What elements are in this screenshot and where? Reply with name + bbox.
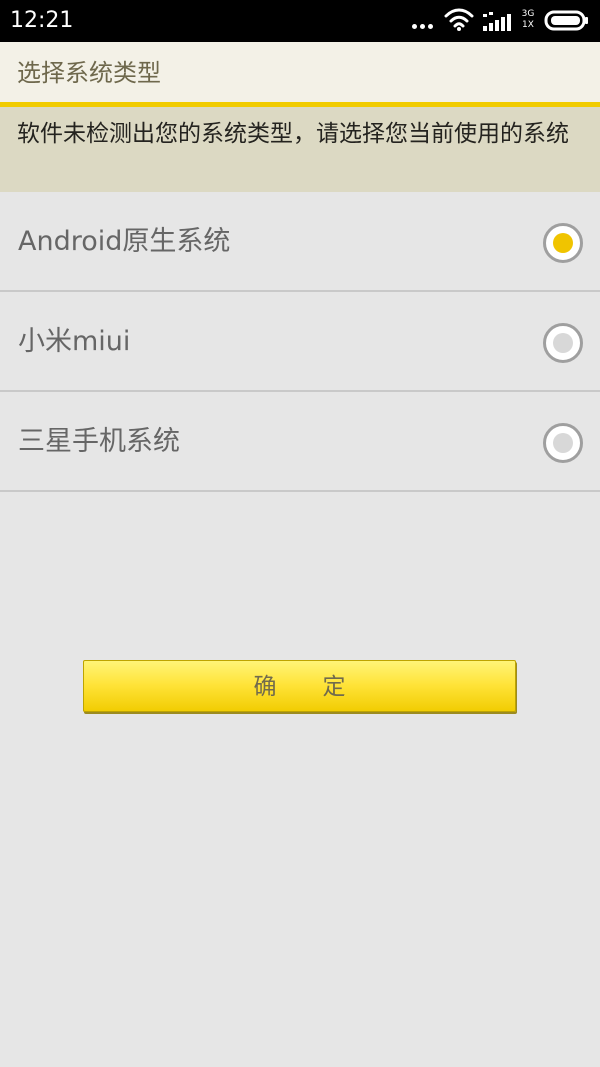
radio-unselected-indicator [553, 333, 573, 353]
status-bar: 12:21 3G 1X [0, 0, 600, 42]
more-dots-icon [412, 24, 436, 30]
radio-selected-indicator [553, 233, 573, 253]
signal-icon [483, 12, 511, 31]
network-type-label: 3G 1X [521, 9, 535, 30]
option-label-miui: 小米miui [18, 326, 131, 357]
battery-icon [544, 10, 588, 31]
page-title: 选择系统类型 [17, 59, 161, 87]
status-time: 12:21 [10, 8, 74, 33]
option-label-android: Android原生系统 [18, 226, 231, 257]
miui-radio-button[interactable] [543, 323, 583, 363]
confirm-button-label: 确定 [253, 673, 392, 699]
option-row-android[interactable]: Android原生系统 [0, 192, 600, 292]
radio-unselected-indicator [553, 433, 573, 453]
title-bar: 选择系统类型 [0, 42, 600, 104]
samsung-radio-button[interactable] [543, 423, 583, 463]
wifi-icon [444, 8, 474, 31]
option-row-miui[interactable]: 小米miui [0, 292, 600, 392]
option-label-samsung: 三星手机系统 [18, 426, 180, 457]
notice-banner: 软件未检测出您的系统类型，请选择您当前使用的系统 [0, 107, 600, 192]
option-row-samsung[interactable]: 三星手机系统 [0, 392, 600, 492]
android-radio-button[interactable] [543, 223, 583, 263]
notice-text: 软件未检测出您的系统类型，请选择您当前使用的系统 [17, 121, 569, 147]
confirm-button[interactable]: 确定 [83, 660, 516, 712]
